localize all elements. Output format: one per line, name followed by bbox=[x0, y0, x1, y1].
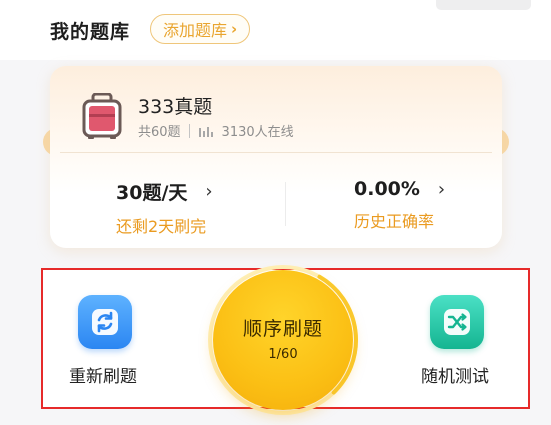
page-title: 我的题库 bbox=[50, 21, 131, 43]
question-count: 共60题 bbox=[138, 125, 181, 140]
top-right-element bbox=[436, 0, 531, 10]
chevron-right-icon: › bbox=[231, 20, 238, 38]
card-divider bbox=[60, 152, 492, 153]
chevron-right-icon: › bbox=[205, 181, 213, 202]
daily-goal-label: 还剩2天刷完 bbox=[116, 217, 207, 236]
suitcase-icon bbox=[82, 93, 122, 139]
daily-goal-value: 30题/天 bbox=[116, 182, 188, 204]
sequential-practice-label[interactable]: 顺序刷题 bbox=[213, 314, 353, 341]
random-test-label[interactable]: 随机测试 bbox=[421, 362, 489, 387]
restart-practice-button[interactable] bbox=[78, 295, 132, 349]
daily-goal-stat[interactable]: 30题/天 › 还剩2天刷完 bbox=[116, 178, 213, 237]
refresh-icon bbox=[92, 309, 118, 335]
accuracy-label: 历史正确率 bbox=[354, 212, 435, 231]
accuracy-value: 0.00% bbox=[354, 178, 420, 200]
question-bank-name[interactable]: 333真题 bbox=[138, 92, 212, 119]
sequential-progress-text: 1/60 bbox=[268, 347, 298, 362]
meta-divider bbox=[188, 123, 190, 138]
accuracy-stat[interactable]: 0.00% › 历史正确率 bbox=[354, 178, 445, 232]
bar-chart-icon bbox=[198, 126, 213, 137]
restart-practice-label[interactable]: 重新刷题 bbox=[69, 362, 137, 387]
add-question-bank-button[interactable]: 添加题库 › bbox=[150, 14, 251, 44]
random-test-button[interactable] bbox=[430, 295, 484, 349]
shuffle-icon bbox=[444, 309, 470, 335]
add-question-bank-label: 添加题库 bbox=[163, 21, 228, 40]
online-count: 3130人在线 bbox=[221, 125, 294, 140]
question-bank-meta: 共60题 3130人在线 bbox=[138, 121, 294, 140]
stats-divider bbox=[285, 182, 286, 226]
chevron-right-icon: › bbox=[437, 178, 446, 200]
